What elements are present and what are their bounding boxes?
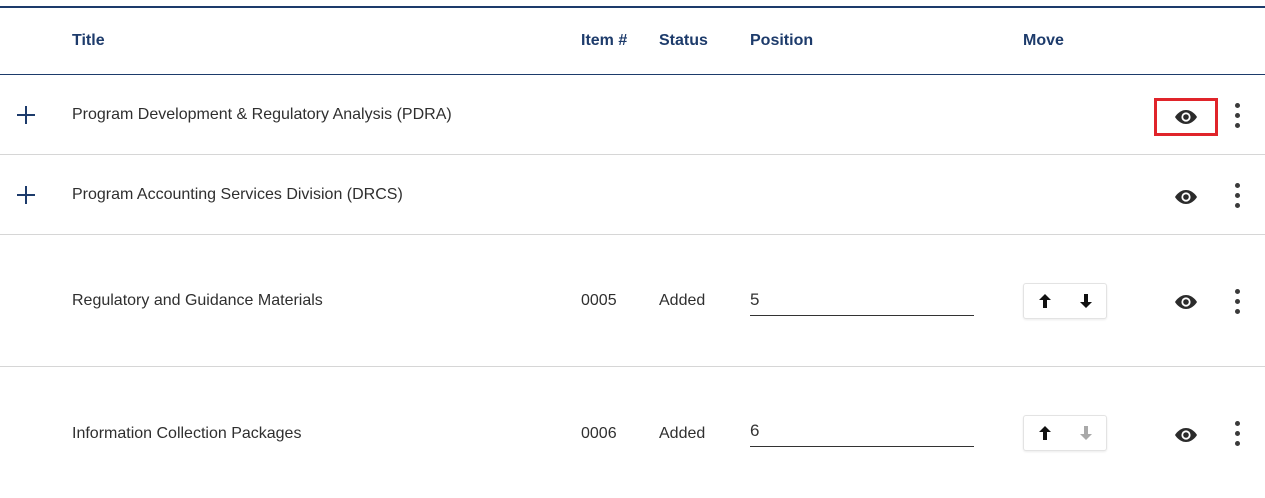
move-down-button[interactable]	[1065, 284, 1106, 318]
more-options-kebab-icon[interactable]	[1230, 419, 1246, 449]
column-header-item-number: Item #	[581, 32, 628, 49]
table-row: Program Accounting Services Division (DR…	[0, 155, 1265, 235]
row-item-number: 0006	[581, 425, 617, 442]
row-title: Program Development & Regulatory Analysi…	[72, 106, 452, 123]
more-options-kebab-icon[interactable]	[1230, 101, 1246, 131]
move-button-group	[1023, 283, 1107, 319]
row-title: Information Collection Packages	[72, 425, 302, 442]
view-eye-icon[interactable]	[1173, 292, 1199, 312]
position-input[interactable]	[750, 287, 974, 316]
expand-plus-icon[interactable]	[14, 183, 38, 207]
arrow-up-icon	[1038, 426, 1051, 440]
move-button-group	[1023, 415, 1107, 451]
highlight-box	[1154, 98, 1218, 136]
column-header-title: Title	[72, 32, 105, 49]
table-header: Title Item # Status Position Move	[0, 8, 1265, 75]
column-header-status: Status	[659, 32, 708, 49]
row-title: Program Accounting Services Division (DR…	[72, 186, 403, 203]
column-header-position: Position	[750, 32, 814, 49]
arrow-down-icon	[1079, 294, 1092, 308]
view-eye-icon[interactable]	[1173, 187, 1199, 207]
arrow-up-icon	[1038, 294, 1051, 308]
position-input[interactable]	[750, 418, 974, 447]
table-row: Program Development & Regulatory Analysi…	[0, 75, 1265, 155]
column-header-move: Move	[1023, 32, 1064, 49]
view-eye-icon[interactable]	[1173, 425, 1199, 445]
row-status: Added	[659, 292, 706, 309]
more-options-kebab-icon[interactable]	[1230, 181, 1246, 211]
more-options-kebab-icon[interactable]	[1230, 287, 1246, 317]
table-row: Regulatory and Guidance Materials 0005 A…	[0, 235, 1265, 367]
move-down-button[interactable]	[1065, 416, 1106, 450]
expand-plus-icon[interactable]	[14, 103, 38, 127]
row-title: Regulatory and Guidance Materials	[72, 292, 323, 309]
table-row: Information Collection Packages 0006 Add…	[0, 367, 1265, 498]
move-up-button[interactable]	[1024, 416, 1065, 450]
arrow-down-icon	[1079, 426, 1092, 440]
row-item-number: 0005	[581, 292, 617, 309]
row-status: Added	[659, 425, 706, 442]
move-up-button[interactable]	[1024, 284, 1065, 318]
